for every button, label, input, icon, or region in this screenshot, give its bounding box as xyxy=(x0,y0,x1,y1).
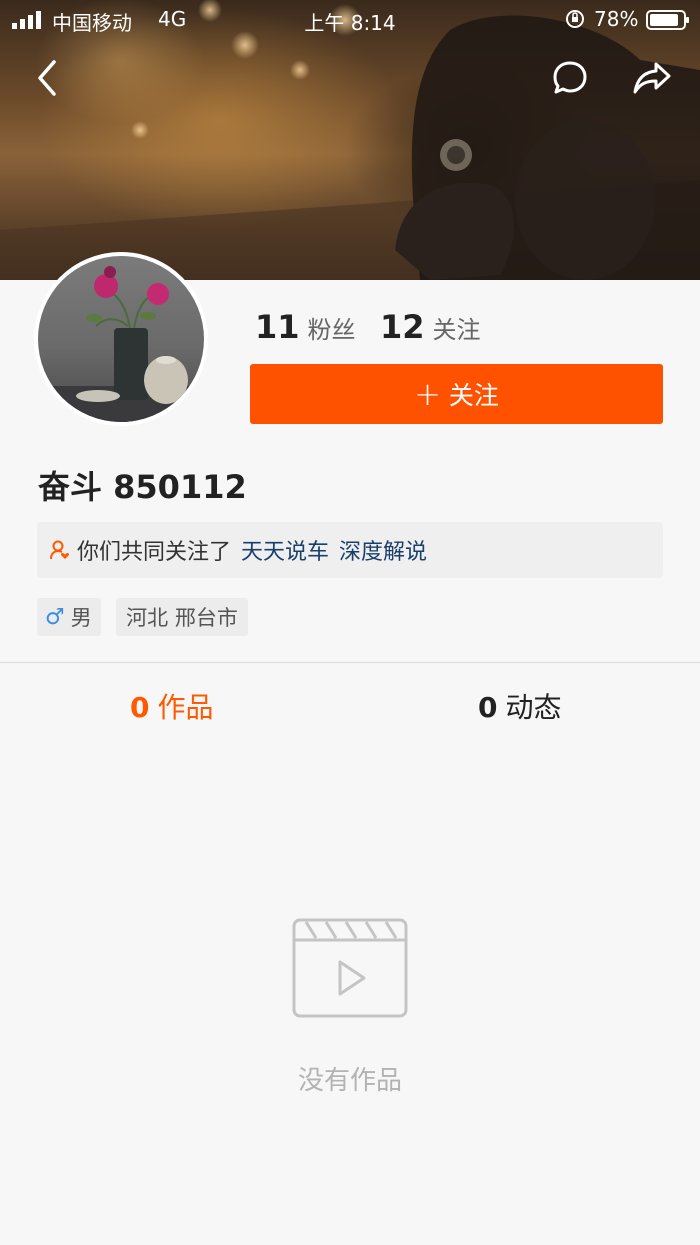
following-count: 12 xyxy=(380,308,425,346)
activity-count: 0 xyxy=(478,691,498,724)
mutual-link-2[interactable]: 深度解说 xyxy=(339,534,427,566)
fans-stat[interactable]: 11 粉丝 xyxy=(255,308,356,346)
follow-button[interactable]: + 关注 xyxy=(250,364,663,424)
back-button[interactable] xyxy=(26,56,70,100)
mutual-user-icon xyxy=(49,539,71,561)
avatar-image xyxy=(38,256,204,422)
gender-label: 男 xyxy=(70,606,92,630)
status-bar: 中国移动 4G 上午 8:14 78% xyxy=(0,0,700,40)
fans-label: 粉丝 xyxy=(307,316,356,344)
tab-activity[interactable]: 0 动态 xyxy=(478,686,562,726)
male-icon: ♂ xyxy=(45,604,65,630)
cover-scooter-illustration xyxy=(0,0,700,280)
message-button[interactable] xyxy=(548,56,592,100)
profile-page: 中国移动 4G 上午 8:14 78% 11 粉丝 12 关注 + 关注 奋斗 … xyxy=(0,0,700,1245)
follow-button-label: 关注 xyxy=(448,381,499,410)
tab-works[interactable]: 0 作品 xyxy=(130,686,214,726)
plus-icon: + xyxy=(414,375,441,413)
empty-state-text: 没有作品 xyxy=(297,1066,402,1096)
works-label: 作品 xyxy=(157,691,214,724)
cover-photo xyxy=(0,0,700,280)
share-button[interactable] xyxy=(630,56,674,100)
username: 奋斗 850112 xyxy=(38,468,247,506)
mutual-follows: 你们共同关注了 天天说车 深度解说 xyxy=(37,522,663,578)
chevron-left-icon xyxy=(38,60,56,96)
mutual-link-1[interactable]: 天天说车 xyxy=(241,534,329,566)
chat-bubble-icon xyxy=(553,61,587,94)
following-label: 关注 xyxy=(432,316,481,344)
section-divider xyxy=(0,662,700,663)
mutual-text: 你们共同关注了 xyxy=(77,540,232,565)
avatar[interactable] xyxy=(34,252,208,426)
following-stat[interactable]: 12 关注 xyxy=(380,308,481,346)
works-count: 0 xyxy=(130,691,150,724)
gender-tag: ♂ 男 xyxy=(37,598,101,636)
fans-count: 11 xyxy=(255,308,300,346)
rotation-lock-icon xyxy=(564,8,586,35)
share-icon xyxy=(633,62,671,94)
battery-icon xyxy=(646,9,690,36)
region-tag: 河北 邢台市 xyxy=(116,598,248,636)
video-clapper-icon xyxy=(292,918,408,1022)
activity-label: 动态 xyxy=(505,691,562,724)
battery-percent: 78% xyxy=(594,7,639,31)
